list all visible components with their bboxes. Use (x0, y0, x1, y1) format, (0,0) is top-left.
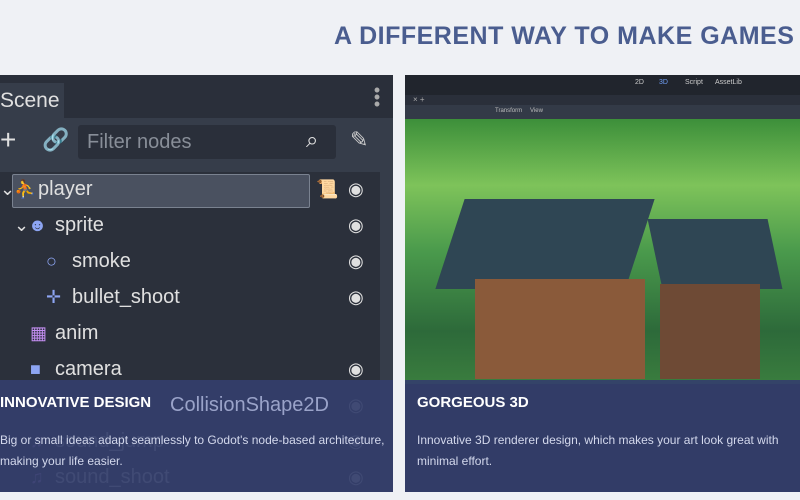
visibility-eye-icon[interactable]: ◉ (348, 244, 364, 278)
tree-item-player[interactable]: ⌄ ⛹ player 📜 ◉ (0, 172, 380, 206)
scene-tabs[interactable]: × + (405, 95, 800, 105)
visibility-eye-icon[interactable]: ◉ (348, 172, 364, 206)
tab-scene[interactable]: Scene (0, 83, 64, 118)
tree-item-sprite[interactable]: ⌄ ☻ sprite ◉ (0, 208, 380, 242)
tree-item-anim[interactable]: ▦ anim (0, 316, 380, 350)
workspace-2d[interactable]: 2D (635, 79, 644, 86)
scene-tabbar: Scene • • • (0, 75, 393, 118)
script-remove-icon[interactable]: ✎ (350, 127, 368, 153)
visibility-eye-icon[interactable]: ◉ (348, 280, 364, 314)
animation-player-icon: ▦ (30, 323, 48, 343)
particles-icon: ○ (46, 251, 57, 271)
script-icon[interactable]: 📜 (316, 172, 338, 206)
workspace-assetlib[interactable]: AssetLib (715, 79, 742, 86)
workspace-3d[interactable]: 3D (659, 79, 668, 86)
card-title: GORGEOUS 3D (417, 394, 529, 411)
menu-dots-icon[interactable]: • • • (373, 81, 381, 113)
position-icon: ✛ (46, 287, 62, 307)
workspace-bar: 2D 3D Script AssetLib (405, 75, 800, 95)
card-caption: GORGEOUS 3D Innovative 3D renderer desig… (405, 380, 800, 492)
filter-nodes-input[interactable]: Filter nodes (78, 125, 336, 159)
tree-item-smoke[interactable]: ○ smoke ◉ (0, 244, 380, 278)
tree-item-bullet-shoot[interactable]: ✛ bullet_shoot ◉ (0, 280, 380, 314)
link-icon[interactable]: 🔗 (42, 127, 69, 153)
workspace-script[interactable]: Script (685, 79, 703, 86)
viewport-toolbar: Transform View (405, 105, 800, 119)
page-heading: A DIFFERENT WAY TO MAKE GAMES (334, 22, 795, 50)
search-icon[interactable]: ⌕ (306, 127, 318, 153)
card-title: INNOVATIVE DESIGN (0, 394, 152, 411)
sprite-icon: ☻ (28, 215, 47, 235)
3d-viewport[interactable] (405, 119, 800, 384)
menu-view[interactable]: View (530, 108, 543, 114)
innovative-design-card: Scene • • • + 🔗 Filter nodes ⌕ ✎ ⌄ ⛹ player 📜… (0, 75, 393, 492)
card-description: Innovative 3D renderer design, which mak… (417, 433, 779, 468)
menu-transform[interactable]: Transform (495, 108, 522, 114)
card-description: Big or small ideas adapt seamlessly to G… (0, 433, 385, 468)
add-node-icon[interactable]: + (0, 125, 16, 155)
kinematic-body-icon: ⛹ (14, 179, 37, 199)
gorgeous-3d-card: 2D 3D Script AssetLib × + Transform View… (405, 75, 800, 492)
visibility-eye-icon[interactable]: ◉ (348, 208, 364, 242)
